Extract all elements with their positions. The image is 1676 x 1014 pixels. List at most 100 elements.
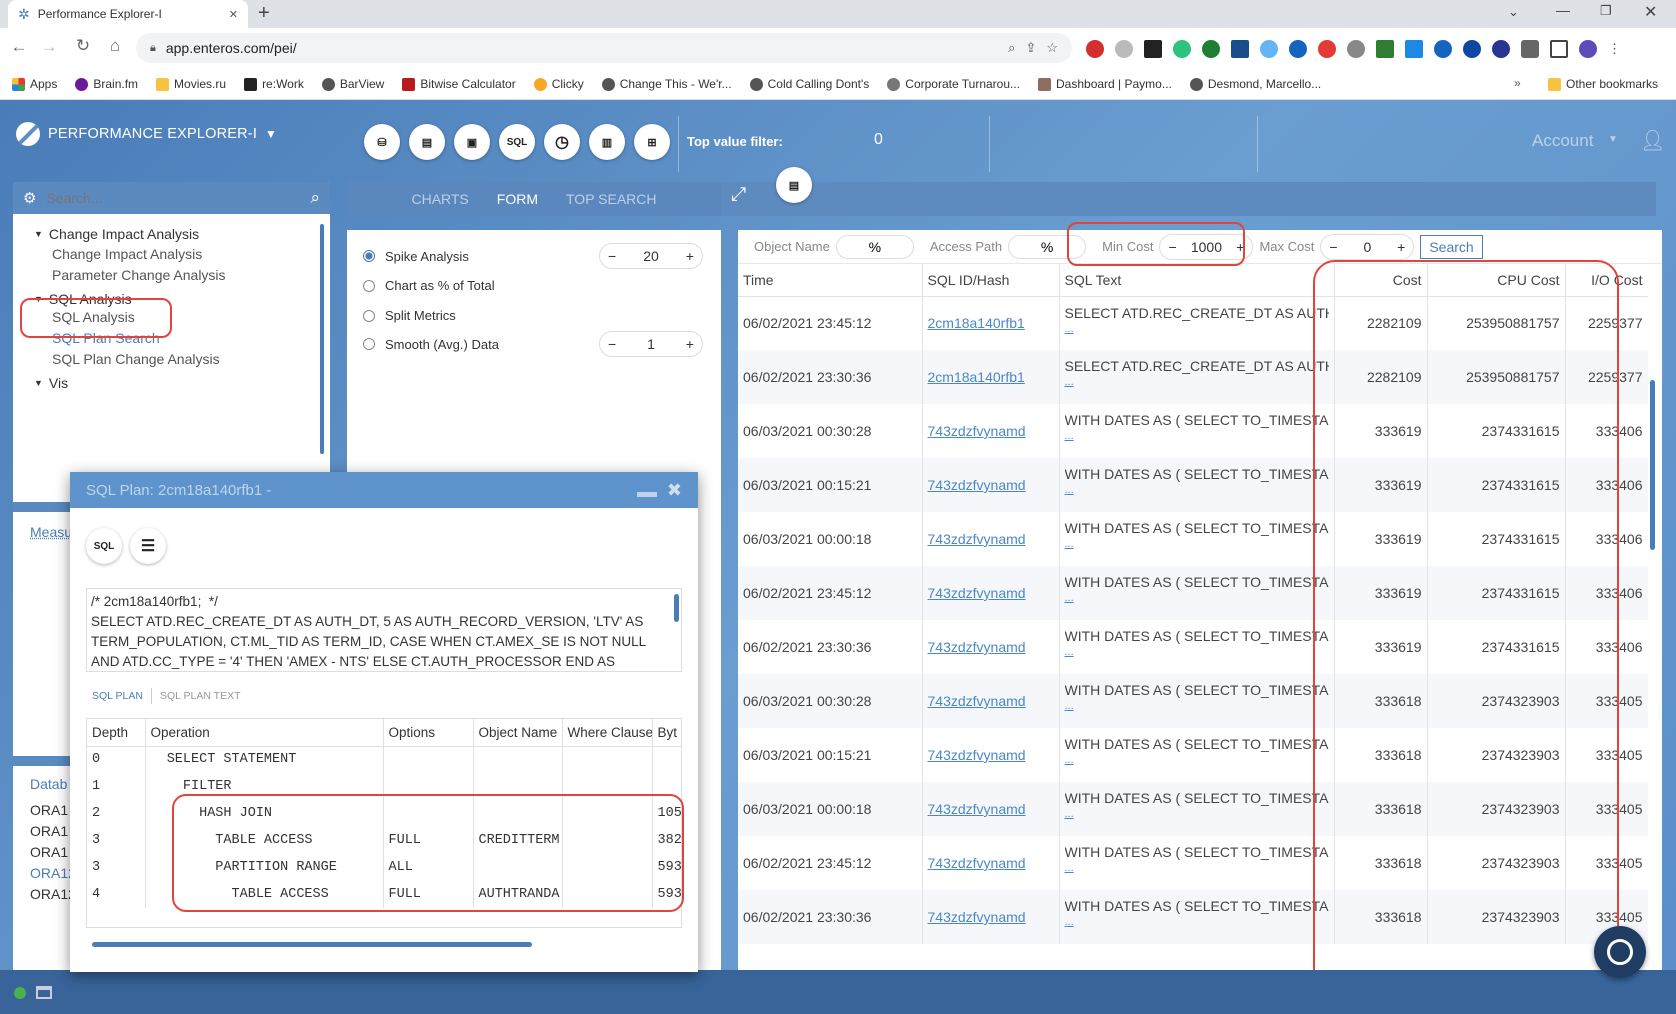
sidebar-icon[interactable] — [1550, 40, 1568, 58]
top-value-filter-value[interactable]: 0 — [874, 131, 883, 149]
sql-id-link-text[interactable]: 743zdzfvynamd — [928, 747, 1026, 763]
bookmark-coldcalling[interactable]: Cold Calling Dont's — [749, 77, 869, 91]
ext-cog-icon[interactable] — [1347, 40, 1365, 58]
sql-id-link[interactable]: 2cm18a140rfb1 — [922, 296, 1060, 350]
other-bookmarks[interactable]: Other bookmarks — [1548, 77, 1658, 91]
sql-id-link[interactable]: 2cm18a140rfb1 — [922, 350, 1060, 404]
option-smooth[interactable]: Smooth (Avg.) Data − 1 + — [363, 331, 703, 357]
tab-sql-plan[interactable]: SQL PLAN — [92, 690, 143, 702]
sql-id-link-text[interactable]: 743zdzfvynamd — [928, 693, 1026, 709]
sql-text-scrollbar[interactable] — [674, 594, 679, 622]
expand-sql-link[interactable]: ... — [1065, 538, 1329, 550]
bookmark-changethis[interactable]: Change This - We'r... — [601, 77, 732, 91]
forward-icon[interactable]: → — [38, 37, 60, 57]
option-split[interactable]: Split Metrics — [363, 308, 456, 323]
sql-id-link-text[interactable]: 743zdzfvynamd — [928, 531, 1026, 547]
sql-id-link-text[interactable]: 743zdzfvynamd — [928, 423, 1026, 439]
sql-id-link-text[interactable]: 2cm18a140rfb1 — [928, 315, 1025, 331]
tree-item-change-impact[interactable]: Change Impact Analysis — [34, 246, 314, 267]
increment-button[interactable]: + — [1397, 239, 1405, 255]
sql-id-link[interactable]: 743zdzfvynamd — [922, 674, 1060, 728]
expand-sql-link[interactable]: ... — [1065, 323, 1329, 335]
sql-id-link[interactable]: 743zdzfvynamd — [922, 728, 1060, 782]
ext-check-icon[interactable] — [1202, 40, 1220, 58]
chat-button[interactable] — [1594, 926, 1646, 978]
ext-cloud-icon[interactable] — [1260, 40, 1278, 58]
minimize-dialog-icon[interactable] — [636, 491, 657, 497]
tree-item-parameter-change[interactable]: Parameter Change Analysis — [34, 267, 314, 288]
close-dialog-icon[interactable]: ✖ — [667, 480, 682, 501]
ext-gear-icon[interactable] — [1289, 40, 1307, 58]
sql-id-link-text[interactable]: 743zdzfvynamd — [928, 855, 1026, 871]
expand-sql-link[interactable]: ... — [1065, 862, 1329, 874]
user-icon[interactable]: 👤︎ — [1640, 128, 1665, 153]
ext-c-icon[interactable] — [1434, 40, 1452, 58]
sql-id-link[interactable]: 743zdzfvynamd — [922, 620, 1060, 674]
ext-badge-icon[interactable] — [1231, 40, 1249, 58]
tree-scrollbar[interactable] — [320, 224, 324, 454]
sql-id-link[interactable]: 743zdzfvynamd — [922, 458, 1060, 512]
decrement-button[interactable]: − — [608, 248, 616, 264]
compare-button[interactable]: ▣ — [454, 124, 490, 160]
extensions-puzzle-icon[interactable] — [1521, 40, 1539, 58]
sql-id-link[interactable]: 743zdzfvynamd — [922, 782, 1060, 836]
address-bar[interactable]: 🔒︎ app.enteros.com/pei/ ⌕ ⇪ ☆ — [136, 33, 1072, 63]
database-export-button[interactable]: ⛁ — [364, 124, 400, 160]
browser-menu-icon[interactable]: ⋮ — [1608, 41, 1621, 57]
expand-sql-link[interactable]: ... — [1065, 754, 1329, 766]
ext-screen-icon[interactable] — [1405, 40, 1423, 58]
bookmark-corporate[interactable]: Corporate Turnarou... — [887, 77, 1020, 91]
ext-alien-icon[interactable] — [1492, 40, 1510, 58]
settings-gear-icon[interactable]: ⚙ — [23, 189, 36, 207]
chart-button[interactable]: ▥ — [589, 124, 625, 160]
bookmark-desmond[interactable]: Desmond, Marcello... — [1189, 77, 1321, 91]
sql-id-link-text[interactable]: 2cm18a140rfb1 — [928, 369, 1025, 385]
history-button[interactable]: ◷ — [544, 124, 580, 160]
option-chart-pct[interactable]: Chart as % of Total — [363, 278, 495, 293]
sql-id-link-text[interactable]: 743zdzfvynamd — [928, 909, 1026, 925]
vertical-scrollbar[interactable] — [1650, 380, 1655, 550]
bookmark-rework[interactable]: re:Work — [244, 77, 304, 91]
sql-id-link-text[interactable]: 743zdzfvynamd — [928, 801, 1026, 817]
search-icon[interactable]: ⌕ — [310, 188, 320, 208]
ext-g-icon[interactable] — [1173, 40, 1191, 58]
stepper-value[interactable]: 20 — [643, 248, 659, 264]
restore-icon[interactable]: ❐ — [1600, 3, 1612, 19]
ext-x-icon[interactable] — [1144, 40, 1162, 58]
decrement-button[interactable]: − — [1329, 239, 1337, 255]
add-report-button[interactable]: ⊞ — [634, 124, 670, 160]
close-tab-icon[interactable]: ✕ — [229, 8, 238, 21]
plan-horizontal-scrollbar[interactable] — [92, 942, 532, 947]
expand-sql-link[interactable]: ... — [1065, 430, 1329, 442]
bookmark-movies[interactable]: Movies.ru — [156, 77, 226, 91]
plan-row[interactable]: 0 SELECT STATEMENT — [87, 746, 681, 773]
export-pdf-button[interactable]: ▤ — [776, 167, 812, 203]
bookmark-apps[interactable]: Apps — [12, 77, 57, 91]
reload-icon[interactable]: ↻ — [72, 36, 94, 56]
col-sql-id[interactable]: SQL ID/Hash — [922, 264, 1060, 297]
sql-button[interactable]: SQL — [499, 124, 535, 160]
expand-icon[interactable]: ⤢ — [731, 184, 746, 206]
bookmark-brainfm[interactable]: Brain.fm — [75, 77, 138, 91]
window-icon[interactable] — [36, 986, 52, 999]
expand-sql-link[interactable]: ... — [1065, 700, 1329, 712]
browser-tab[interactable]: ✲ Performance Explorer-I ✕ — [8, 0, 248, 28]
sql-format-button[interactable]: SQL — [86, 528, 122, 564]
tab-form[interactable]: FORM — [497, 191, 538, 207]
radio-smooth[interactable] — [363, 338, 375, 350]
plan-settings-button[interactable]: ☰ — [130, 528, 166, 564]
plan-col-operation[interactable]: Operation — [145, 719, 384, 747]
radio-split[interactable] — [363, 309, 375, 322]
decrement-button[interactable]: − — [608, 336, 616, 352]
max-cost-stepper[interactable]: − 0 + — [1320, 233, 1415, 260]
sql-id-link[interactable]: 743zdzfvynamd — [922, 566, 1060, 620]
navigator-search-input[interactable] — [46, 190, 301, 206]
ext-star-icon[interactable] — [1086, 40, 1104, 58]
ext-leaf-icon[interactable] — [1463, 40, 1481, 58]
smooth-stepper[interactable]: − 1 + — [599, 331, 703, 357]
stepper-value[interactable]: 1 — [647, 336, 655, 352]
tree-group-vis[interactable]: ▼ Vis — [34, 372, 314, 393]
bookmark-clicky[interactable]: Clicky — [533, 77, 584, 91]
plan-col-object-name[interactable]: Object Name — [473, 719, 563, 747]
minimize-icon[interactable]: — — [1556, 2, 1570, 18]
